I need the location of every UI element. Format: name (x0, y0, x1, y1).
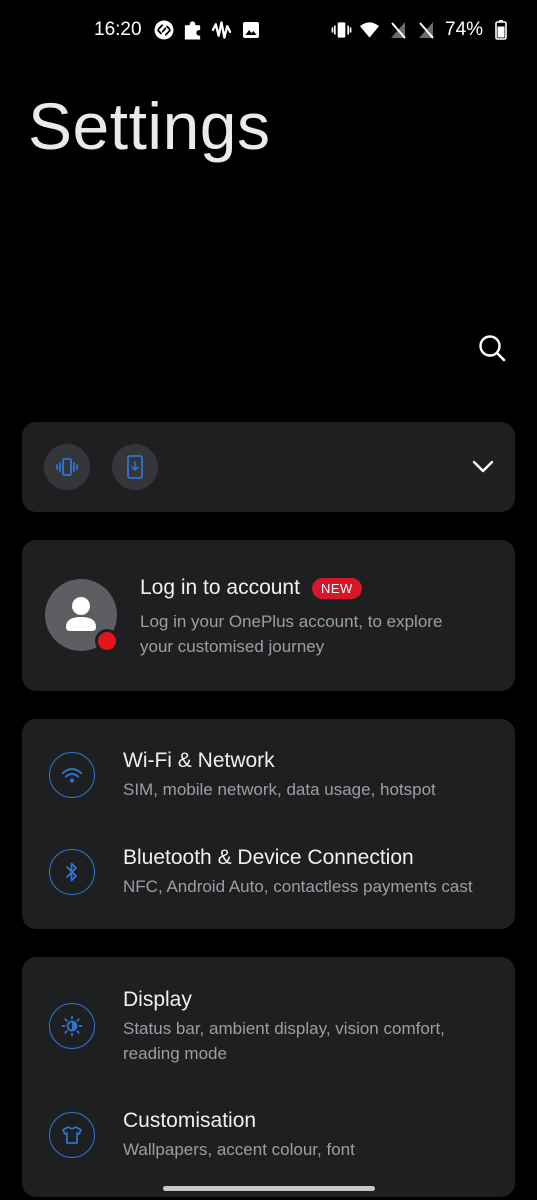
notification-dot (95, 629, 119, 653)
home-indicator[interactable] (163, 1186, 375, 1191)
setting-title: Customisation (123, 1109, 257, 1132)
no-sim-icon (387, 19, 408, 41)
setting-bluetooth[interactable]: Bluetooth & Device Connection NFC, Andro… (22, 819, 515, 929)
setting-title: Bluetooth & Device Connection (123, 846, 414, 869)
vibrate-toggle[interactable] (44, 444, 90, 490)
no-sim-icon (415, 19, 436, 41)
setting-title: Wi-Fi & Network (123, 749, 275, 772)
vibrate-icon (56, 458, 78, 476)
settings-group-personalization: Display Status bar, ambient display, vis… (22, 957, 515, 1197)
status-time: 16:20 (94, 19, 142, 40)
brightness-icon (49, 1003, 95, 1049)
vibrate-icon (331, 19, 352, 41)
setting-display[interactable]: Display Status bar, ambient display, vis… (22, 957, 515, 1079)
waveform-icon (211, 19, 232, 41)
setting-subtitle: SIM, mobile network, data usage, hotspot (123, 780, 436, 799)
setting-subtitle: NFC, Android Auto, contactless payments … (123, 877, 473, 896)
setting-wifi-network[interactable]: Wi-Fi & Network SIM, mobile network, dat… (22, 719, 515, 819)
new-badge: NEW (311, 577, 362, 599)
setting-subtitle: Status bar, ambient display, vision comf… (123, 1019, 445, 1063)
avatar (45, 579, 119, 653)
expand-button[interactable] (470, 454, 496, 480)
battery-percent: 74% (445, 19, 484, 40)
account-title-row: Log in to account NEW (140, 576, 362, 600)
status-bar: 16:20 74% (0, 0, 537, 62)
tshirt-icon (49, 1112, 95, 1158)
setting-title: Display (123, 988, 192, 1011)
setting-subtitle: Wallpapers, accent colour, font (123, 1140, 355, 1159)
chevron-down-icon (472, 460, 494, 473)
setting-customisation[interactable]: Customisation Wallpapers, accent colour,… (22, 1079, 515, 1197)
notification-icons (153, 19, 261, 41)
account-card[interactable]: Log in to account NEW Log in your OnePlu… (22, 540, 515, 691)
shazam-icon (153, 19, 174, 41)
search-icon (479, 335, 506, 362)
puzzle-icon (182, 19, 203, 41)
account-title: Log in to account (140, 576, 300, 599)
quick-settings-card (22, 422, 515, 512)
wifi-icon (359, 19, 380, 41)
phone-download-toggle[interactable] (112, 444, 158, 490)
wifi-icon (49, 752, 95, 798)
page-title: Settings (28, 89, 271, 163)
battery-icon (490, 19, 511, 41)
settings-group-connectivity: Wi-Fi & Network SIM, mobile network, dat… (22, 719, 515, 929)
phone-download-icon (127, 455, 143, 479)
bluetooth-icon (49, 849, 95, 895)
image-icon (240, 19, 261, 41)
system-icons: 74% (331, 19, 511, 41)
account-subtitle: Log in your OnePlus account, to explore … (140, 612, 443, 656)
search-button[interactable] (476, 332, 508, 364)
